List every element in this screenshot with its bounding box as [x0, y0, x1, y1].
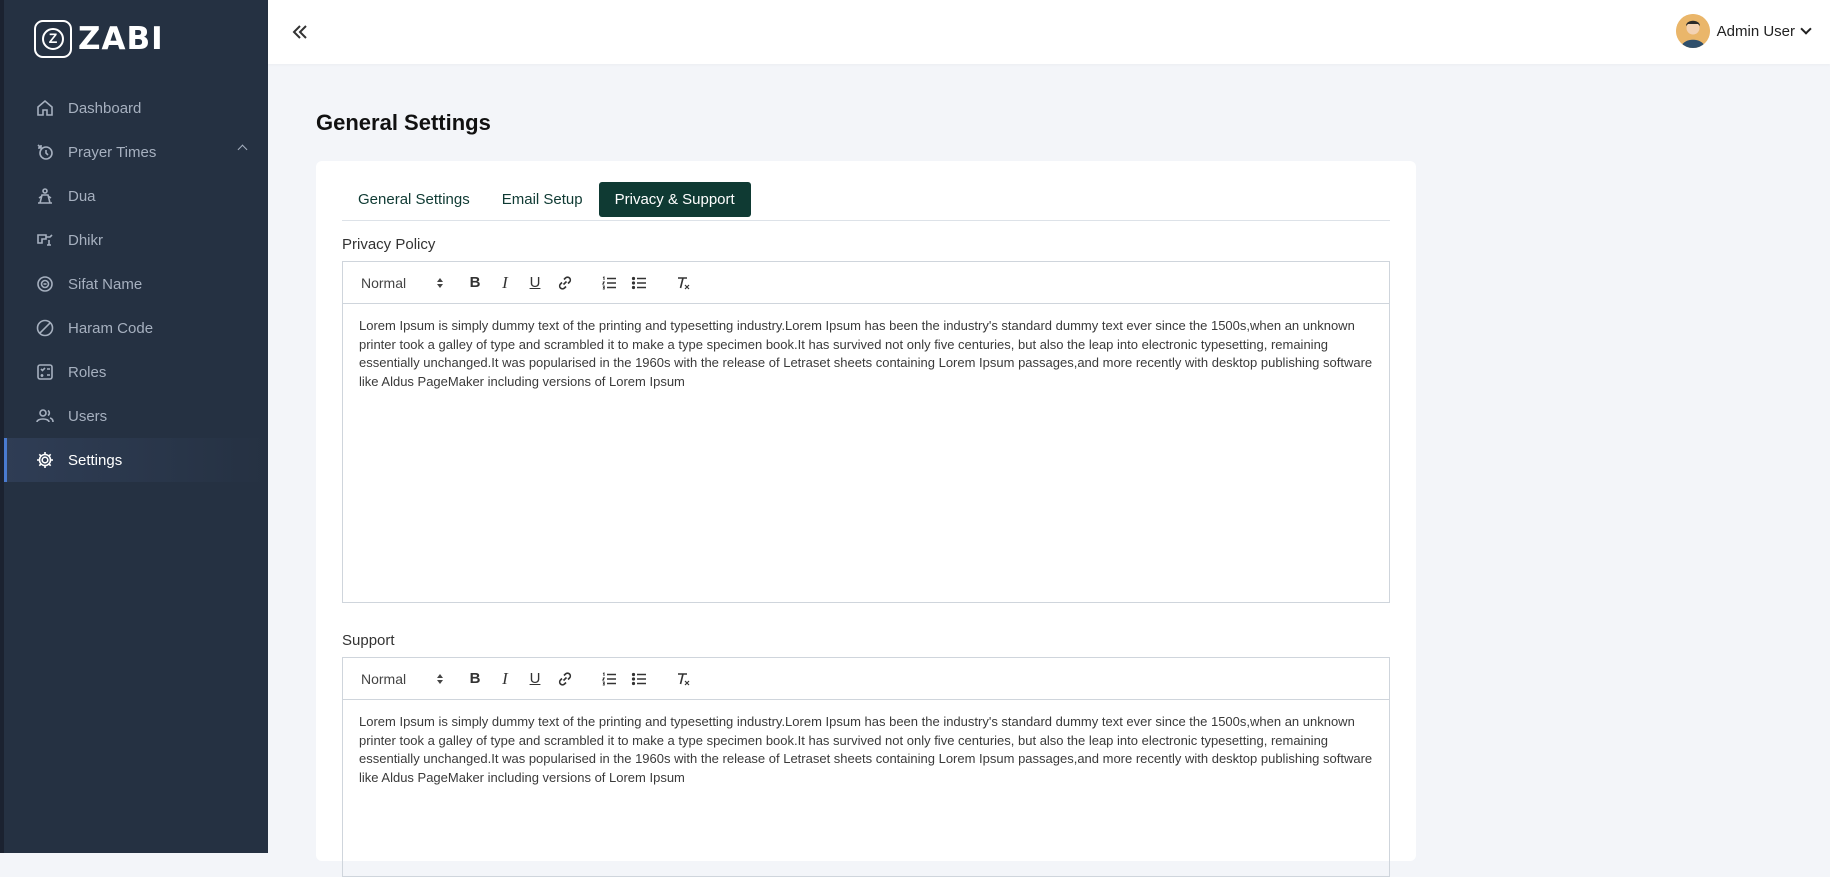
- sidebar-item-dashboard[interactable]: Dashboard: [4, 86, 268, 130]
- clear-format-button[interactable]: [673, 273, 693, 293]
- tab-email-setup[interactable]: Email Setup: [486, 182, 599, 217]
- editor-toolbar: Normal B I U: [343, 262, 1389, 304]
- clear-format-icon: [678, 276, 690, 289]
- sidebar-item-prayer-times[interactable]: Prayer Times: [4, 130, 268, 174]
- avatar: [1675, 14, 1710, 48]
- format-select-value: Normal: [361, 274, 407, 291]
- link-icon: [558, 671, 572, 686]
- format-select[interactable]: Normal: [361, 275, 443, 291]
- support-content[interactable]: Lorem Ipsum is simply dummy text of the …: [343, 700, 1389, 800]
- ordered-list-icon: [601, 275, 616, 289]
- sidebar-nav: Dashboard Prayer Times Dua Dhikr Sifat N…: [4, 86, 268, 482]
- sifat-icon: [34, 273, 56, 295]
- sidebar-item-settings[interactable]: Settings: [4, 438, 268, 482]
- prayer-clock-icon: [34, 141, 56, 163]
- privacy-policy-editor: Normal B I U Lorem Ipsum is simply dummy…: [342, 261, 1390, 603]
- editor-toolbar: Normal B I U: [343, 658, 1389, 700]
- sidebar-item-label: Dua: [68, 187, 96, 205]
- ordered-list-icon: [601, 671, 616, 685]
- sidebar-item-haram-code[interactable]: Haram Code: [4, 306, 268, 350]
- sidebar-item-label: Haram Code: [68, 319, 154, 337]
- underline-button[interactable]: U: [525, 273, 545, 293]
- italic-icon: I: [502, 272, 508, 292]
- sidebar-item-sifat-name[interactable]: Sifat Name: [4, 262, 268, 306]
- bold-button[interactable]: B: [465, 273, 485, 293]
- bold-icon: B: [469, 670, 481, 687]
- sidebar-item-label: Sifat Name: [68, 275, 143, 293]
- format-select-value: Normal: [361, 670, 407, 687]
- sidebar-item-dua[interactable]: Dua: [4, 174, 268, 218]
- bullet-list-icon: [631, 276, 646, 289]
- page-title: General Settings: [316, 110, 491, 135]
- sidebar-item-dhikr[interactable]: Dhikr: [4, 218, 268, 262]
- underline-icon: U: [529, 670, 541, 687]
- settings-tabs: General Settings Email Setup Privacy & S…: [342, 182, 1390, 221]
- chevron-up-icon[interactable]: [237, 144, 248, 155]
- bullet-list-button[interactable]: [629, 273, 649, 293]
- user-name: Admin User: [1716, 22, 1795, 40]
- support-editor: Normal B I U Lorem Ipsum is simply dummy…: [342, 657, 1390, 877]
- sidebar-item-label: Prayer Times: [68, 143, 157, 161]
- sidebar-item-users[interactable]: Users: [4, 394, 268, 438]
- bold-button[interactable]: B: [465, 669, 485, 689]
- select-arrows-icon: [437, 277, 443, 288]
- italic-button[interactable]: I: [495, 669, 515, 689]
- user-menu[interactable]: Admin User: [1675, 14, 1812, 48]
- privacy-policy-label: Privacy Policy: [342, 236, 436, 253]
- select-arrows-icon: [437, 673, 443, 684]
- dhikr-icon: [34, 229, 56, 251]
- sidebar-item-roles[interactable]: Roles: [4, 350, 268, 394]
- chevron-down-icon: [1800, 23, 1812, 35]
- logo-text: ZABI: [78, 21, 164, 57]
- link-button[interactable]: [555, 273, 575, 293]
- tab-privacy-support[interactable]: Privacy & Support: [598, 182, 751, 217]
- format-select[interactable]: Normal: [361, 671, 443, 687]
- ordered-list-button[interactable]: [599, 669, 619, 689]
- roles-icon: [34, 361, 56, 383]
- sidebar: Z ZABI Dashboard Prayer Times Dua Dhikr …: [4, 0, 268, 853]
- italic-icon: I: [502, 668, 508, 688]
- collapse-sidebar-icon[interactable]: [288, 20, 312, 44]
- logo[interactable]: Z ZABI: [34, 20, 164, 58]
- settings-card: General Settings Email Setup Privacy & S…: [316, 161, 1416, 877]
- link-button[interactable]: [555, 669, 575, 689]
- tab-general-settings[interactable]: General Settings: [342, 182, 486, 217]
- users-icon: [34, 405, 56, 427]
- privacy-policy-content[interactable]: Lorem Ipsum is simply dummy text of the …: [343, 304, 1389, 404]
- dua-icon: [34, 185, 56, 207]
- sidebar-item-label: Dhikr: [68, 231, 104, 249]
- clear-format-icon: [678, 672, 690, 685]
- bold-icon: B: [469, 274, 481, 291]
- italic-button[interactable]: I: [495, 273, 515, 293]
- gear-icon: [34, 449, 56, 471]
- sidebar-item-label: Settings: [68, 451, 123, 469]
- underline-button[interactable]: U: [525, 669, 545, 689]
- bullet-list-button[interactable]: [629, 669, 649, 689]
- logo-mark-icon: Z: [34, 20, 72, 58]
- clear-format-button[interactable]: [673, 669, 693, 689]
- underline-icon: U: [529, 274, 541, 291]
- home-icon: [34, 97, 56, 119]
- sidebar-item-label: Roles: [68, 363, 107, 381]
- sidebar-item-label: Dashboard: [68, 99, 142, 117]
- logo-mark-letter: Z: [42, 28, 64, 50]
- prohibited-icon: [34, 317, 56, 339]
- sidebar-item-label: Users: [68, 407, 108, 425]
- top-bar: Admin User: [268, 0, 1830, 64]
- ordered-list-button[interactable]: [599, 273, 619, 293]
- link-icon: [558, 275, 572, 290]
- support-label: Support: [342, 632, 395, 649]
- bullet-list-icon: [631, 672, 646, 685]
